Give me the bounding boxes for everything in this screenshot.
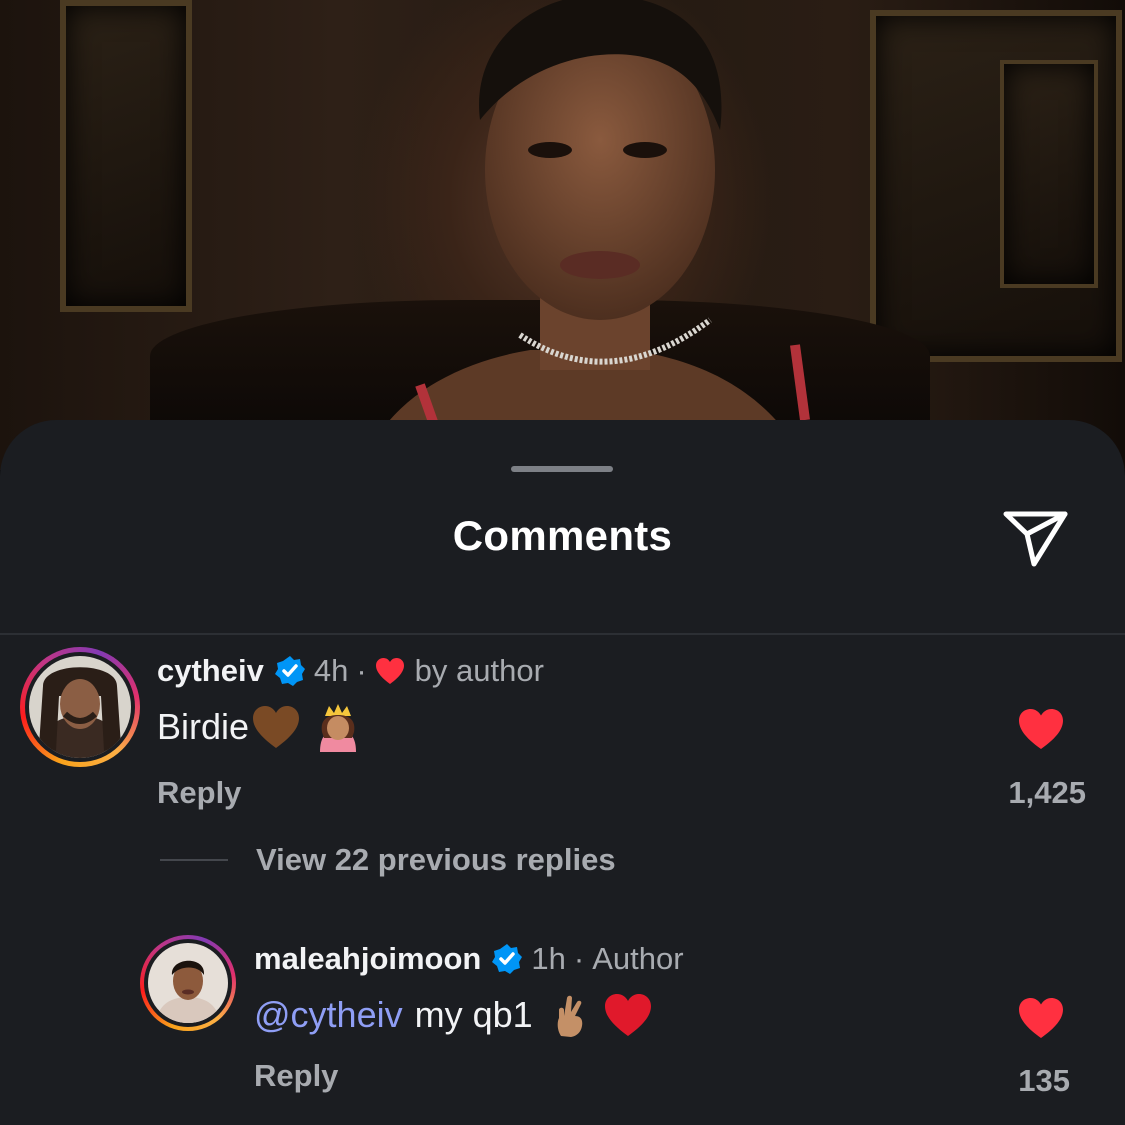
user-photo-cytheiv — [29, 656, 131, 758]
reply-button[interactable]: Reply — [254, 1058, 338, 1094]
reply-time: 1h — [531, 941, 566, 976]
sheet-title: Comments — [452, 512, 673, 559]
reply-text: my qb1 — [414, 994, 533, 1035]
post-media-background[interactable] — [0, 0, 1125, 470]
verified-badge-icon — [274, 655, 306, 687]
like-count: 1,425 — [1008, 775, 1086, 810]
view-replies-label: View 22 previous replies — [256, 842, 616, 877]
meta-separator: · — [356, 653, 367, 688]
comments-sheet: Comments cytheiv 4h · by author Birdie R… — [0, 420, 1125, 1125]
comment-header: cytheiv 4h · by author — [157, 653, 544, 689]
reply-body: @cytheiv my qb1 — [254, 992, 653, 1038]
like-count: 135 — [1018, 1063, 1070, 1098]
author-badge: Author — [592, 941, 684, 976]
comment-username[interactable]: cytheiv — [157, 653, 264, 689]
reply-username[interactable]: maleahjoimoon — [254, 941, 481, 977]
view-previous-replies-button[interactable]: View 22 previous replies — [160, 842, 616, 878]
brown-heart-emoji — [251, 704, 301, 750]
painting-frame-far-right — [1000, 60, 1098, 288]
woman-portrait-image — [360, 0, 810, 470]
thread-line — [160, 859, 228, 861]
author-liked-heart-icon — [375, 657, 405, 685]
red-heart-emoji — [603, 992, 653, 1038]
sheet-drag-handle[interactable] — [511, 466, 613, 472]
crossed-fingers-emoji — [551, 992, 591, 1038]
comment-time: 4h — [313, 653, 349, 688]
avatar[interactable] — [140, 935, 236, 1031]
avatar[interactable] — [20, 647, 140, 767]
header-divider — [0, 633, 1125, 635]
mention-link[interactable]: @cytheiv — [254, 994, 403, 1036]
share-button[interactable] — [998, 504, 1074, 572]
like-button[interactable] — [1017, 996, 1065, 1045]
reply-header: maleahjoimoon 1h · Author — [254, 941, 684, 977]
comment-body: Birdie — [157, 702, 361, 752]
comment-text: Birdie — [157, 706, 250, 747]
liked-by-author-label: by author — [414, 653, 544, 688]
meta-separator: · — [573, 941, 585, 976]
painting-frame-left — [60, 0, 192, 312]
app-screen: Comments cytheiv 4h · by author Birdie R… — [0, 0, 1125, 1125]
verified-badge-icon — [491, 943, 523, 975]
user-photo-maleahjoimoon — [148, 943, 228, 1023]
send-paper-plane-icon — [1003, 511, 1068, 567]
heart-filled-icon — [1019, 998, 1063, 1038]
princess-emoji — [315, 702, 361, 752]
heart-filled-icon — [1019, 709, 1063, 749]
reply-button[interactable]: Reply — [157, 775, 241, 811]
like-button[interactable] — [1017, 707, 1065, 756]
